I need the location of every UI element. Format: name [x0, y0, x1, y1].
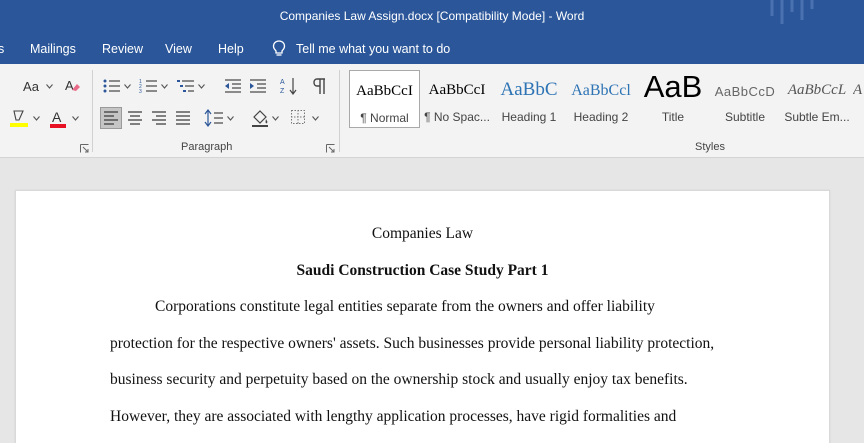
paragraph-line[interactable]: business security and perpetuity based o… [110, 371, 688, 389]
paragraph-group-label: Paragraph [181, 141, 233, 153]
group-separator [92, 70, 93, 152]
svg-text:A: A [52, 109, 62, 125]
paragraph-line[interactable]: protection for the respective owners' as… [110, 335, 714, 353]
align-right-icon[interactable] [150, 109, 168, 127]
style-sample: AaBbC [500, 79, 558, 100]
font-dialog-launcher-icon[interactable] [80, 144, 89, 153]
paragraph-line[interactable]: However, they are associated with length… [110, 408, 676, 426]
style-name: Subtle Em... [784, 110, 850, 124]
sort-icon[interactable]: AZ [280, 76, 298, 96]
clear-formatting-icon[interactable]: A [63, 76, 81, 94]
style-sample: AaBbCcI [428, 82, 486, 98]
tell-me-text: Tell me what you want to do [296, 41, 451, 56]
shading-icon[interactable] [250, 108, 270, 128]
line-spacing-icon[interactable] [204, 108, 224, 128]
font-color-icon[interactable]: A [47, 108, 69, 130]
style-subtitle[interactable]: AaBbCcD Subtitle [709, 70, 781, 128]
tab-view[interactable]: View [165, 42, 192, 56]
group-separator [339, 70, 340, 152]
style-no-spacing[interactable]: AaBbCcI ¶ No Spac... [421, 70, 493, 128]
align-left-icon[interactable] [102, 109, 120, 127]
paragraph-line[interactable]: Corporations constitute legal entities s… [155, 298, 655, 316]
show-formatting-marks-icon[interactable] [311, 76, 327, 96]
document-page[interactable]: Companies Law Saudi Construction Case St… [15, 190, 830, 443]
chevron-down-icon[interactable] [124, 84, 131, 89]
style-heading-1[interactable]: AaBbC Heading 1 [493, 70, 565, 128]
tab-review[interactable]: Review [102, 42, 143, 56]
justify-icon[interactable] [174, 109, 192, 127]
style-name: Subtitle [724, 110, 766, 124]
style-sample: AaBbCcL [787, 82, 847, 98]
increase-indent-icon[interactable] [248, 77, 268, 95]
style-title[interactable]: AaB Title [637, 69, 709, 128]
tab-help[interactable]: Help [218, 42, 244, 56]
svg-text:A: A [65, 78, 74, 93]
numbering-icon[interactable]: 123 [139, 77, 159, 95]
style-name: Heading 1 [501, 110, 557, 124]
style-subtle-emphasis[interactable]: AaBbCcL Subtle Em... [781, 70, 853, 128]
tab-mailings[interactable]: Mailings [30, 42, 76, 56]
svg-text:Z: Z [280, 88, 285, 95]
chevron-down-icon[interactable] [161, 84, 168, 89]
change-case-label: Aa [23, 78, 39, 94]
title-bar-decoration [770, 0, 814, 24]
chevron-down-icon[interactable] [72, 116, 79, 121]
decrease-indent-icon[interactable] [223, 77, 243, 95]
multilevel-list-icon[interactable] [176, 77, 196, 95]
align-center-icon[interactable] [126, 109, 144, 127]
document-canvas[interactable]: Companies Law Saudi Construction Case St… [0, 158, 864, 443]
chevron-down-icon[interactable] [46, 84, 53, 89]
chevron-down-icon[interactable] [312, 116, 319, 121]
ribbon: Aa A A 123 AZ Paragraph AaBbCcI ¶ Normal… [0, 64, 864, 158]
style-emphasis-partial[interactable]: A [853, 70, 864, 128]
chevron-down-icon[interactable] [33, 116, 40, 121]
style-name: ¶ No Spac... [424, 110, 490, 124]
style-heading-2[interactable]: AaBbCcl Heading 2 [565, 70, 637, 128]
ribbon-tab-bar: s Mailings Review View Help Tell me what… [0, 34, 864, 64]
change-case-button[interactable]: Aa [18, 77, 44, 95]
styles-group-label: Styles [695, 141, 725, 153]
style-name: ¶ Normal [360, 111, 409, 125]
paragraph-dialog-launcher-icon[interactable] [326, 144, 335, 153]
chevron-down-icon[interactable] [272, 116, 279, 121]
document-heading[interactable]: Companies Law [16, 225, 829, 243]
style-normal[interactable]: AaBbCcI ¶ Normal [349, 70, 420, 128]
style-sample: AaBbCcI [356, 83, 413, 99]
chevron-down-icon[interactable] [227, 116, 234, 121]
style-name: Title [661, 110, 685, 124]
style-sample: AaBbCcl [571, 82, 631, 99]
style-sample: AaBbCcD [714, 84, 776, 99]
highlight-color-icon[interactable] [8, 108, 30, 130]
lightbulb-icon [272, 40, 286, 56]
chevron-down-icon[interactable] [198, 84, 205, 89]
title-bar: Companies Law Assign.docx [Compatibility… [0, 0, 864, 34]
borders-icon[interactable] [290, 109, 306, 125]
tab-references[interactable]: s [0, 42, 4, 56]
document-subheading[interactable]: Saudi Construction Case Study Part 1 [16, 262, 829, 280]
style-sample: AaB [643, 69, 703, 104]
svg-text:3: 3 [139, 89, 142, 95]
style-sample: A [853, 82, 863, 98]
svg-text:A: A [280, 79, 285, 86]
bullets-icon[interactable] [102, 77, 122, 95]
style-name: Heading 2 [573, 110, 629, 124]
window-title: Companies Law Assign.docx [Compatibility… [279, 9, 585, 23]
tell-me-search[interactable]: Tell me what you want to do [272, 40, 450, 57]
